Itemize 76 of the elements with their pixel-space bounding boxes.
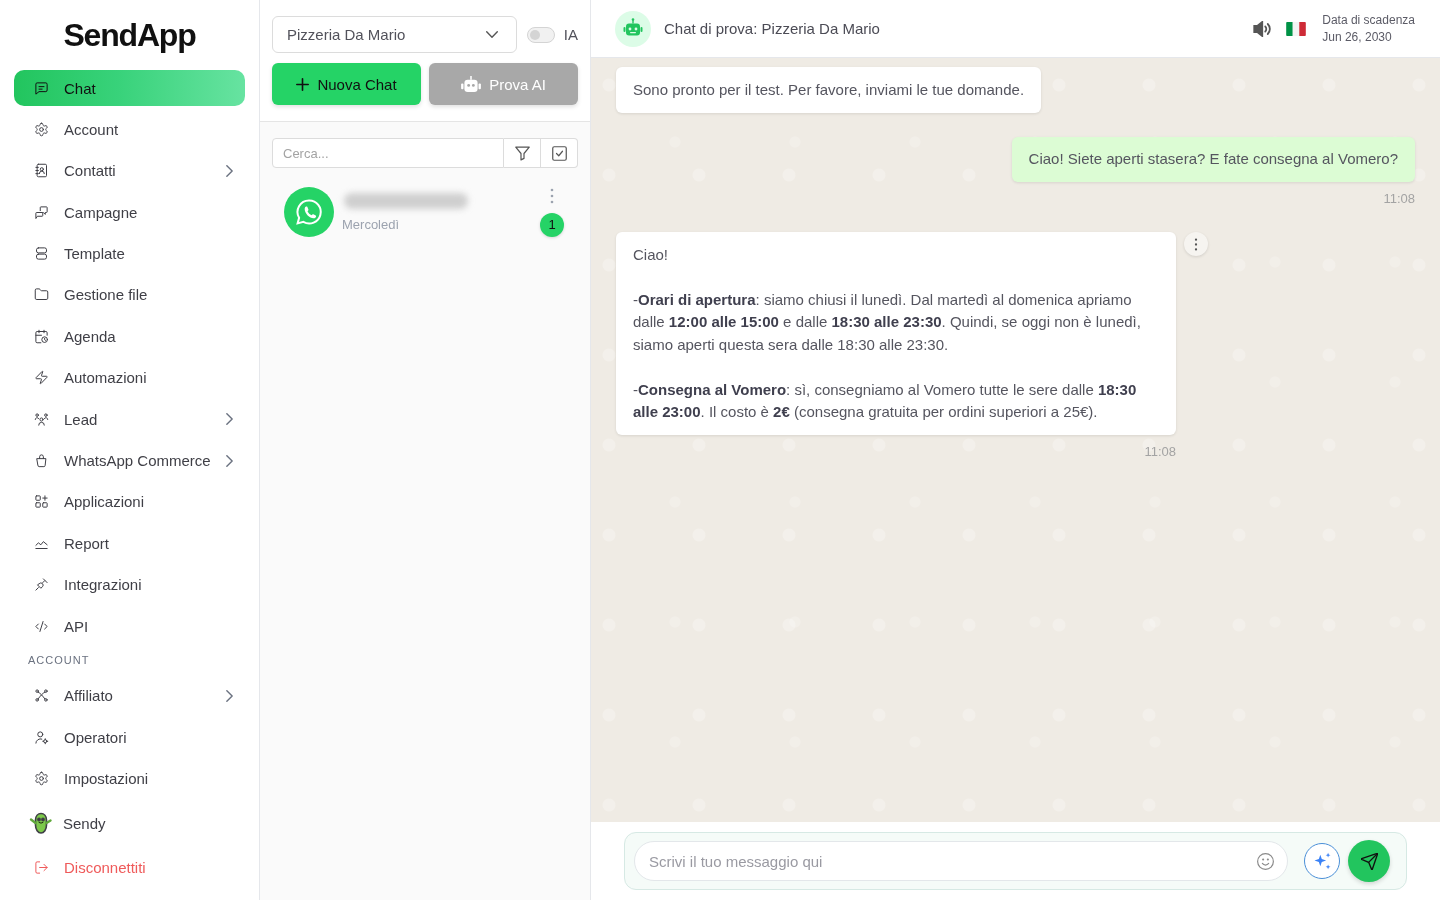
sidebar-item[interactable]: Contatti: [14, 152, 245, 189]
settings-icon: [34, 771, 49, 787]
filter-icon: [514, 145, 530, 161]
sidebar-item[interactable]: Account: [14, 111, 245, 148]
more-options-icon: [1194, 237, 1198, 251]
send-icon: [1360, 852, 1378, 870]
chat-title: Chat di prova: Pizzeria Da Mario: [664, 20, 880, 37]
business-select[interactable]: Pizzeria Da Mario: [272, 16, 517, 53]
checkbox-icon: [551, 145, 567, 161]
message-text: Ciao! Siete aperti stasera? E fate consegna al Vomero?: [1028, 149, 1398, 169]
message-time: 11:08: [1383, 190, 1415, 208]
message-time: 11:08: [1144, 443, 1176, 461]
network-nodes-icon: [34, 688, 49, 704]
message-text: -Orari di apertura: siamo chiusi il lunedì. Dal martedì al domenica apriamo dalle 12:00 alle 15:00 e dalle 18:30 alle 23:30. Quindi, se oggi non è lunedì, siamo aperti questa sera dalle 18:30 alle 23:30.: [633, 289, 1142, 355]
sidebar-item[interactable]: Affiliato: [14, 677, 245, 714]
grid-plus-icon: [34, 494, 49, 510]
chat-bubble-icon: [34, 80, 49, 96]
expiry-date: Jun 26, 2030: [1322, 28, 1392, 46]
user-gear-icon: [34, 729, 49, 745]
speaker-icon[interactable]: [1253, 20, 1272, 37]
select-all-button[interactable]: [541, 138, 578, 168]
expiry-label: Data di scadenza: [1322, 11, 1415, 29]
shopping-bag-icon: [34, 453, 49, 468]
sidebar-item[interactable]: Automazioni: [14, 359, 245, 396]
sidebar-item[interactable]: Lead: [14, 401, 245, 438]
message-input[interactable]: Scrivi il tuo messaggio qui: [634, 841, 1288, 881]
sidebar-item[interactable]: WhatsApp Commerce: [14, 442, 245, 479]
unread-badge: 1: [540, 212, 564, 237]
sidebar-item[interactable]: Agenda: [14, 318, 245, 355]
sidebar-item[interactable]: Campagne: [14, 194, 245, 231]
settings-icon: [34, 121, 49, 137]
send-button[interactable]: [1348, 840, 1390, 882]
sidebar-item[interactable]: Impostazioni: [14, 760, 245, 797]
sidebar-item[interactable]: Template: [14, 235, 245, 272]
sidebar-item[interactable]: Chat: [14, 70, 245, 106]
robot-avatar-icon: [615, 10, 651, 47]
robot-icon: [461, 76, 482, 92]
flag-icon[interactable]: [1286, 21, 1307, 36]
message-text: Ciao!: [633, 244, 670, 265]
sidebar-item[interactable]: Gestione file: [14, 276, 245, 313]
sidebar-item[interactable]: Report: [14, 525, 245, 562]
avatar-phone-bubble-icon: [284, 187, 334, 237]
ai-assist-button[interactable]: [1304, 843, 1340, 879]
sidebar-item[interactable]: Integrazioni: [14, 566, 245, 603]
contact-book-icon: [34, 163, 49, 179]
ai-toggle[interactable]: [526, 26, 555, 43]
chat-time: Mercoledì: [341, 216, 400, 232]
message-menu-button[interactable]: [1184, 232, 1208, 256]
chevron-down-icon: [485, 31, 498, 38]
lightning-icon: [34, 370, 49, 386]
code-icon: [34, 618, 49, 634]
filter-button[interactable]: [504, 138, 541, 168]
stacked-rows-icon: [34, 246, 49, 262]
emoji-icon[interactable]: [1257, 853, 1274, 870]
search-input[interactable]: Cerca...: [272, 138, 504, 168]
people-group-icon: [34, 411, 49, 427]
sidebar-item[interactable]: Operatori: [14, 719, 245, 756]
message-text: Sono pronto per il test. Per favore, inviami le tue domande.: [633, 79, 1025, 100]
chat-list-item[interactable]: Mercoledì 1: [260, 178, 590, 246]
speech-bubbles-icon: [34, 204, 49, 220]
folder-icon: [34, 287, 49, 303]
message-text: -Consegna al Vomero: sì, consegniamo al Vomero tutte le sere dalle 18:30 alle 23:00. Il costo è 2€ (consegna gratuita per ordini superiori a 25€).: [633, 379, 1138, 422]
plus-icon: [296, 77, 310, 91]
toggle-label: IA: [563, 26, 578, 43]
sparkle-icon: [1313, 852, 1331, 870]
sidebar-item[interactable]: Applicazioni: [14, 483, 245, 520]
mascot-icon: [29, 811, 53, 836]
new-chat-button[interactable]: Nuova Chat: [272, 63, 421, 105]
more-options-icon[interactable]: [550, 187, 554, 204]
app-logo[interactable]: SendApp: [63, 17, 196, 53]
sidebar-item[interactable]: Sendy: [14, 804, 245, 843]
sidebar-item[interactable]: API: [14, 608, 245, 645]
section-heading: ACCOUNT: [27, 653, 90, 669]
logout-icon: [34, 859, 49, 875]
plug-icon: [34, 577, 49, 593]
calendar-clock-icon: [34, 328, 49, 344]
